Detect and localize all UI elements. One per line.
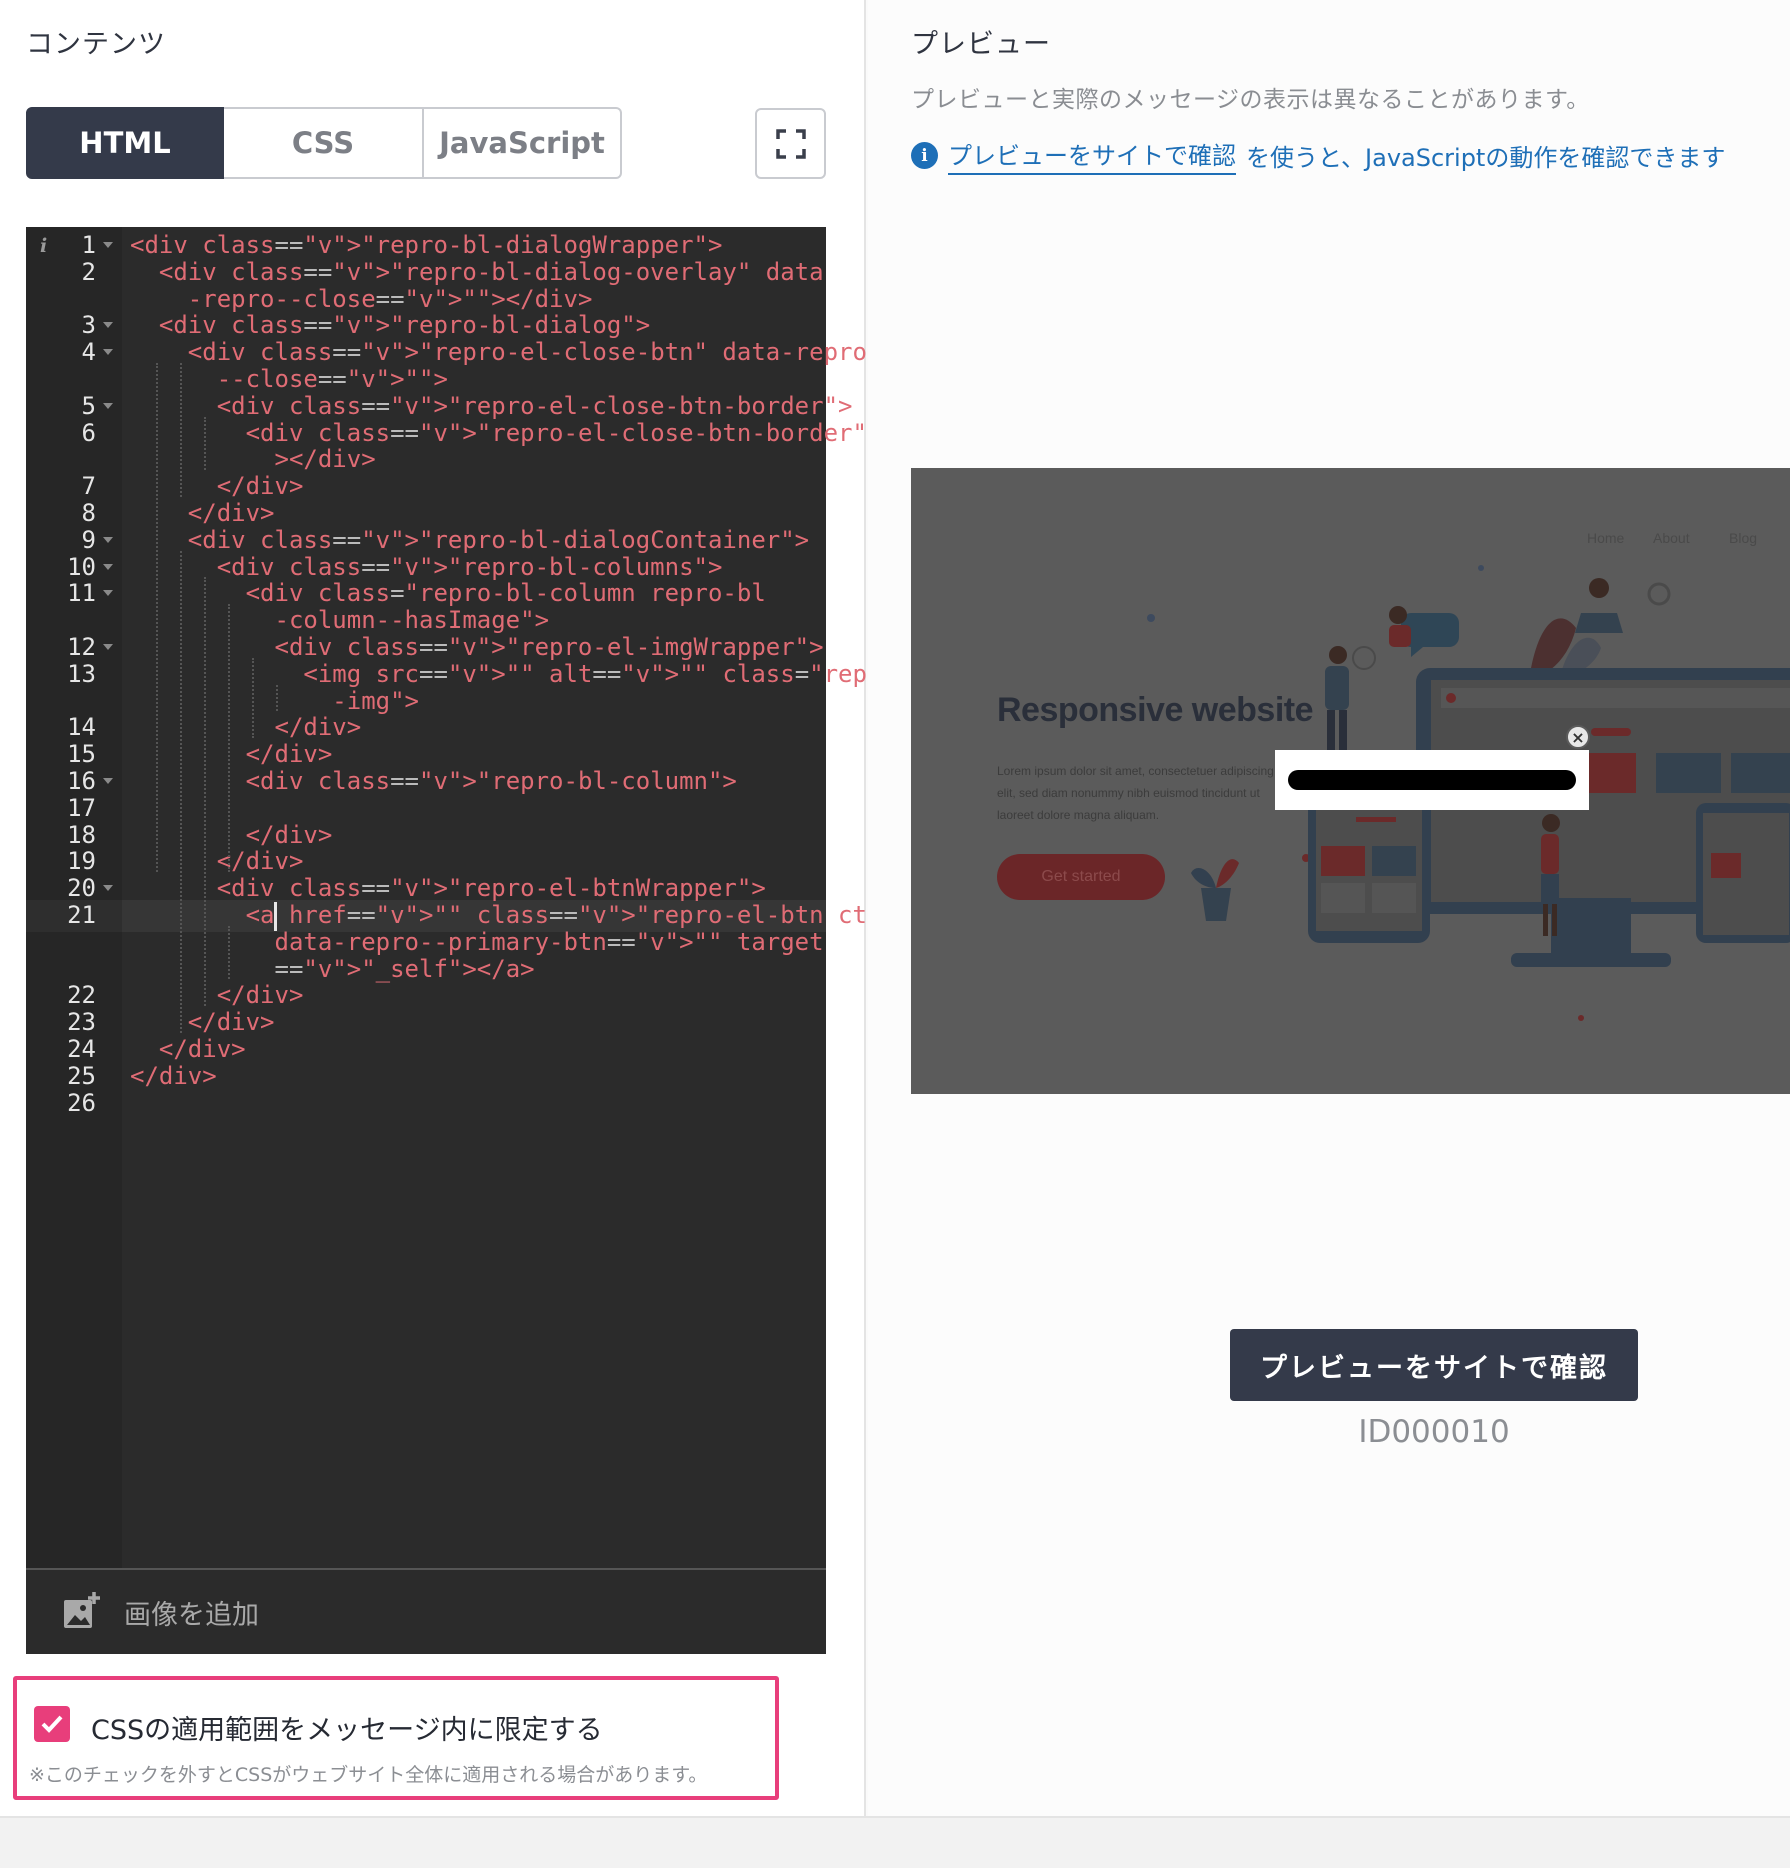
- css-scope-option: CSSの適用範囲をメッセージ内に限定する ※このチェックを外すとCSSがウェブサ…: [13, 1676, 779, 1800]
- indent-guide: [204, 416, 206, 471]
- message-preview: Home About Blog Responsive website Lorem i…: [911, 468, 1790, 1094]
- info-icon: i: [911, 142, 938, 169]
- css-scope-checkbox[interactable]: [34, 1706, 70, 1742]
- preview-note: プレビューと実際のメッセージの表示は異なることがあります。: [911, 87, 1590, 113]
- mock-nav-item: Home: [1587, 530, 1625, 546]
- content-panel: コンテンツ HTML CSS JavaScript i 1 2 3 4 5 6 7 8 9 10 1…: [0, 0, 939, 1816]
- code-editor[interactable]: i 1 2 3 4 5 6 7 8 9 10 11 12 13 14 15 16 17 18 19 20 21 22 23 2…: [26, 227, 939, 1568]
- fullscreen-icon: [775, 128, 806, 159]
- indent-guide: [276, 684, 278, 712]
- mock-nav-item: About: [1653, 530, 1690, 546]
- mock-hero-body: Lorem ipsum dolor sit amet, consectetuer…: [997, 764, 1274, 822]
- fold-toggle-icon[interactable]: [103, 402, 113, 409]
- fold-toggle-icon[interactable]: [103, 563, 113, 570]
- content-panel-title: コンテンツ: [26, 29, 166, 60]
- line-number: 13: [67, 659, 96, 688]
- mock-hero-cta: Get started: [997, 854, 1165, 900]
- indent-guide: [252, 657, 254, 739]
- text-cursor: [274, 902, 277, 931]
- fold-toggle-icon[interactable]: [103, 590, 113, 597]
- message-dialog: [1275, 750, 1589, 810]
- line-number: 2: [81, 257, 96, 286]
- preview-on-site-link[interactable]: プレビューをサイトで確認: [948, 136, 1236, 175]
- fold-toggle-icon[interactable]: [103, 778, 113, 784]
- indent-guide: [204, 577, 206, 1007]
- preview-panel: プレビュー プレビューと実際のメッセージの表示は異なることがあります。 i プレ…: [868, 0, 1790, 1816]
- editor-tabs: HTML CSS JavaScript: [26, 107, 622, 179]
- message-id: ID000010: [1358, 1414, 1510, 1450]
- code-line[interactable]: <div class=="v">"repro-bl-column">: [130, 765, 737, 797]
- mock-nav-item: Blog: [1729, 530, 1758, 546]
- line-number: 26: [67, 1088, 96, 1117]
- indent-guide: [180, 363, 182, 497]
- code-line[interactable]: </div>: [130, 1060, 217, 1092]
- mock-hero-title: Responsive website: [997, 691, 1314, 729]
- dialog-button-bar: [1288, 770, 1576, 790]
- line-number: 21: [67, 901, 96, 929]
- preview-on-site-button[interactable]: プレビューをサイトで確認: [1230, 1329, 1638, 1401]
- tab-css[interactable]: CSS: [224, 107, 424, 179]
- check-icon: [41, 1715, 63, 1733]
- fold-toggle-icon[interactable]: [103, 885, 113, 892]
- dialog-close-icon: ×: [1566, 725, 1590, 749]
- fold-toggle-icon[interactable]: [103, 349, 113, 356]
- indent-guide: [156, 363, 158, 873]
- fullscreen-button[interactable]: [755, 108, 826, 179]
- indent-guide: [228, 925, 230, 980]
- indent-guide: [228, 604, 230, 873]
- fold-toggle-icon[interactable]: [103, 536, 113, 543]
- preview-link-suffix: を使うと、JavaScriptの動作を確認できます: [1246, 144, 1726, 172]
- css-scope-note: ※このチェックを外すとCSSがウェブサイト全体に適用される場合があります。: [29, 1764, 708, 1786]
- bottom-strip: [0, 1816, 1790, 1868]
- fold-toggle-icon[interactable]: [103, 322, 113, 329]
- preview-info-line: i プレビューをサイトで確認 を使うと、JavaScriptの動作を確認できます: [911, 136, 1725, 175]
- indent-guide: [180, 550, 182, 1033]
- fold-toggle-icon[interactable]: [103, 242, 113, 248]
- preview-panel-title: プレビュー: [911, 29, 1051, 60]
- line-number: 11: [67, 579, 96, 608]
- add-image-label: 画像を追加: [124, 1599, 259, 1631]
- line-number: 4: [81, 338, 96, 367]
- add-image-icon: [64, 1592, 100, 1628]
- css-scope-label[interactable]: CSSの適用範囲をメッセージ内に限定する: [91, 1708, 603, 1747]
- add-image-button[interactable]: 画像を追加: [26, 1568, 826, 1654]
- tab-javascript[interactable]: JavaScript: [424, 107, 622, 179]
- line-number: 6: [81, 418, 96, 447]
- fold-toggle-icon[interactable]: [103, 644, 113, 650]
- tab-html[interactable]: HTML: [26, 107, 224, 179]
